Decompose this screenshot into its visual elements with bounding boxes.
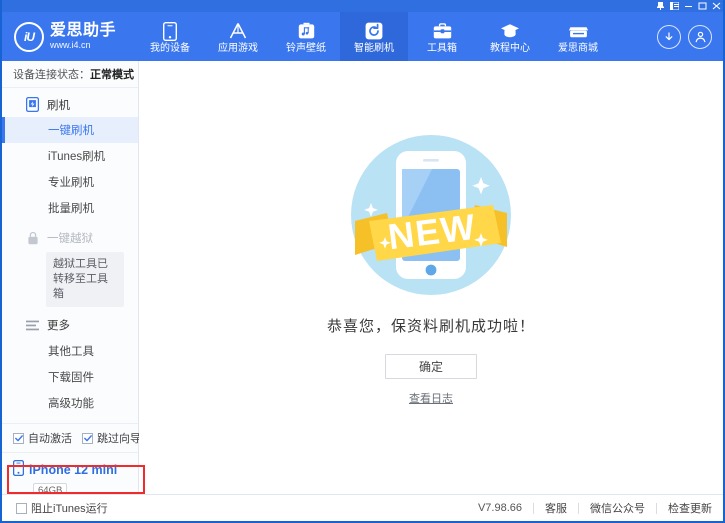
device-phone-icon <box>13 460 24 479</box>
menu-icon[interactable] <box>668 1 681 12</box>
sidebar-spacer <box>2 416 138 423</box>
shop-icon <box>568 21 589 41</box>
toolbox-icon <box>433 21 452 41</box>
nav-label: 我的设备 <box>150 44 190 54</box>
sidebar-item-download-firmware[interactable]: 下载固件 <box>2 364 138 390</box>
minimize-icon[interactable] <box>682 1 695 12</box>
sidebar-item-label: 一键刷机 <box>48 122 94 138</box>
sidebar-item-label: iTunes刷机 <box>48 148 105 164</box>
list-icon <box>25 318 40 333</box>
nav-label: 工具箱 <box>427 44 457 54</box>
app-logo[interactable]: iU 爱思助手 www.i4.cn <box>2 12 136 61</box>
checkbox-box <box>16 503 27 514</box>
sidebar-item-label: 批量刷机 <box>48 200 94 216</box>
account-icon[interactable] <box>688 25 712 49</box>
checkbox-box <box>13 433 24 444</box>
version-label: V7.98.66 <box>478 502 522 514</box>
nav-label: 爱思商城 <box>558 44 598 54</box>
sidebar-group-flash[interactable]: 刷机 <box>2 92 138 117</box>
title-bar <box>2 0 725 12</box>
success-message: 恭喜您，保资料刷机成功啦！ <box>327 315 535 336</box>
nav-label: 铃声壁纸 <box>286 44 326 54</box>
separator <box>533 503 534 514</box>
sidebar-item-label: 高级功能 <box>48 395 94 411</box>
sidebar-item-label: 专业刷机 <box>48 174 94 190</box>
skip-wizard-label: 跳过向导 <box>97 430 141 446</box>
sidebar-item-pro-flash[interactable]: 专业刷机 <box>2 169 138 195</box>
refresh-icon <box>365 21 383 41</box>
status-bar-left: 阻止iTunes运行 <box>16 500 108 516</box>
logo-title: 爱思助手 <box>50 23 116 40</box>
app-header: iU 爱思助手 www.i4.cn 我的设备 应用游戏 <box>2 12 723 61</box>
sidebar-item-advanced-features[interactable]: 高级功能 <box>2 390 138 416</box>
nav-label: 智能刷机 <box>354 44 394 54</box>
sidebar-item-batch-flash[interactable]: 批量刷机 <box>2 195 138 221</box>
block-itunes-checkbox[interactable]: 阻止iTunes运行 <box>16 500 108 516</box>
auto-activate-label: 自动激活 <box>28 430 72 446</box>
graduation-icon <box>500 21 520 41</box>
device-name: iPhone 12 mini <box>29 463 117 477</box>
auto-activate-checkbox[interactable]: 自动激活 <box>13 430 72 446</box>
view-log-link[interactable]: 查看日志 <box>409 390 453 406</box>
app-body: 设备连接状态：正常模式 刷机 一键刷机 iTunes刷机 专业刷机 批量刷机 <box>2 61 723 523</box>
pin-icon[interactable] <box>654 1 667 12</box>
connection-status: 设备连接状态：正常模式 <box>2 61 138 88</box>
main-nav: 我的设备 应用游戏 铃声壁纸 智能刷机 <box>136 12 657 61</box>
header-actions <box>657 25 723 49</box>
sidebar-item-itunes-flash[interactable]: iTunes刷机 <box>2 143 138 169</box>
nav-item-apps-games[interactable]: 应用游戏 <box>204 12 272 61</box>
connection-status-value: 正常模式 <box>90 66 134 82</box>
logo-text-block: 爱思助手 www.i4.cn <box>50 23 116 50</box>
sidebar: 设备连接状态：正常模式 刷机 一键刷机 iTunes刷机 专业刷机 批量刷机 <box>2 61 139 523</box>
lock-icon <box>25 230 40 245</box>
sidebar-group-more[interactable]: 更多 <box>2 313 138 338</box>
jailbreak-tooltip: 越狱工具已转移至工具箱 <box>46 252 124 307</box>
sidebar-item-label: 下载固件 <box>48 369 94 385</box>
apps-icon <box>228 21 248 41</box>
block-itunes-label: 阻止iTunes运行 <box>31 500 108 516</box>
nav-label: 教程中心 <box>490 44 530 54</box>
download-icon[interactable] <box>657 25 681 49</box>
sidebar-item-label: 其他工具 <box>48 343 94 359</box>
customer-service-link[interactable]: 客服 <box>545 500 567 516</box>
separator <box>578 503 579 514</box>
new-badge-phone-illustration: NEW <box>345 129 517 301</box>
nav-item-my-device[interactable]: 我的设备 <box>136 12 204 61</box>
confirm-button[interactable]: 确定 <box>385 354 477 379</box>
phone-icon <box>163 21 177 41</box>
music-icon <box>298 21 315 41</box>
logo-url: www.i4.cn <box>50 41 116 50</box>
status-bar: 阻止iTunes运行 V7.98.66 客服 微信公众号 检查更新 <box>2 494 723 521</box>
status-bar-right: V7.98.66 客服 微信公众号 检查更新 <box>478 500 712 516</box>
main-content: NEW 恭喜您，保资料刷机成功啦！ 确定 查看日志 <box>139 61 723 523</box>
nav-item-i4-mall[interactable]: 爱思商城 <box>544 12 612 61</box>
nav-item-tutorial-center[interactable]: 教程中心 <box>476 12 544 61</box>
nav-item-ringtones-wallpapers[interactable]: 铃声壁纸 <box>272 12 340 61</box>
wechat-official-link[interactable]: 微信公众号 <box>590 500 645 516</box>
separator <box>656 503 657 514</box>
sidebar-item-other-tools[interactable]: 其他工具 <box>2 338 138 364</box>
sidebar-group-label: 一键越狱 <box>47 230 93 246</box>
connection-status-label: 设备连接状态： <box>13 66 90 82</box>
checkbox-box <box>82 433 93 444</box>
skip-wizard-checkbox[interactable]: 跳过向导 <box>82 430 141 446</box>
sidebar-options: 自动激活 跳过向导 <box>2 423 138 452</box>
logo-mark-icon: iU <box>14 22 44 52</box>
device-name-row: iPhone 12 mini <box>13 460 138 479</box>
app-window: iU 爱思助手 www.i4.cn 我的设备 应用游戏 <box>0 0 725 523</box>
close-icon[interactable] <box>710 1 723 12</box>
sidebar-group-label: 刷机 <box>47 97 70 113</box>
phone-flash-icon <box>25 97 40 112</box>
maximize-icon[interactable] <box>696 1 709 12</box>
sidebar-group-label: 更多 <box>47 317 70 333</box>
check-update-link[interactable]: 检查更新 <box>668 500 712 516</box>
nav-label: 应用游戏 <box>218 44 258 54</box>
nav-item-smart-flash[interactable]: 智能刷机 <box>340 12 408 61</box>
sidebar-item-one-key-flash[interactable]: 一键刷机 <box>2 117 138 143</box>
sidebar-group-jailbreak: 一键越狱 <box>2 225 138 250</box>
nav-item-toolbox[interactable]: 工具箱 <box>408 12 476 61</box>
